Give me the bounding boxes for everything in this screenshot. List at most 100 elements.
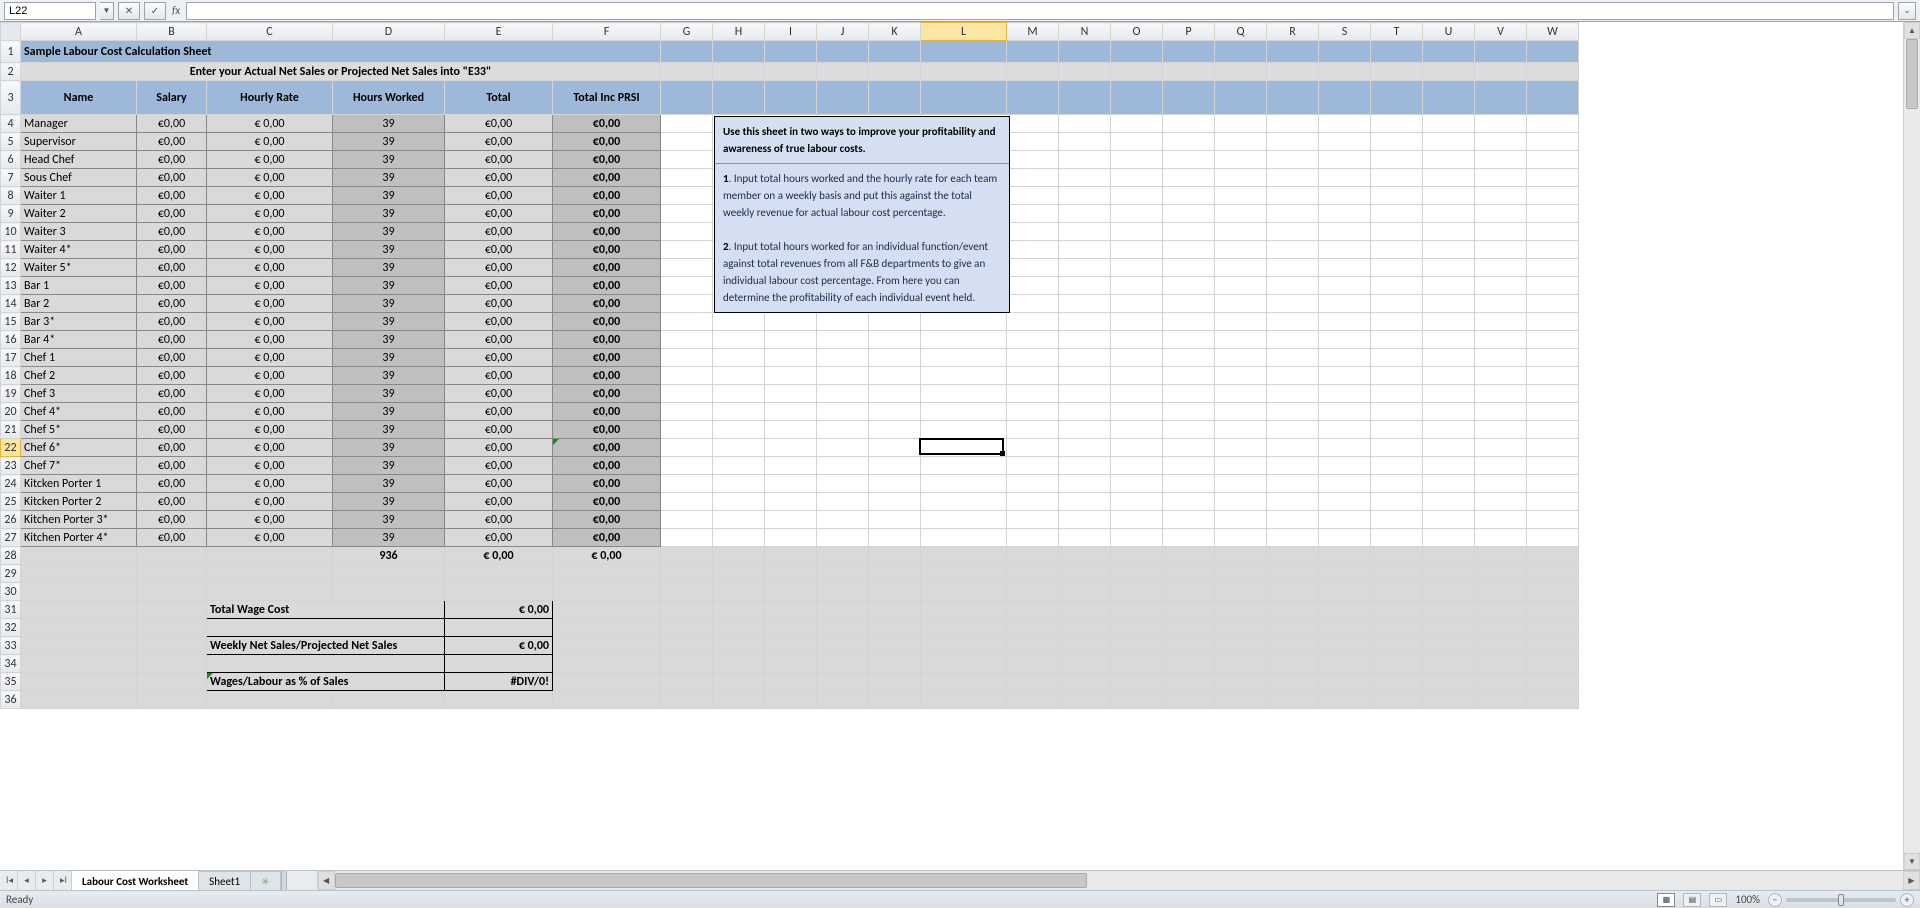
cell[interactable] xyxy=(661,81,713,115)
cell[interactable] xyxy=(1059,41,1111,63)
cell-name[interactable]: Supervisor xyxy=(21,133,137,151)
tab-nav-last-icon[interactable]: ▸I xyxy=(54,871,72,890)
row-header-30[interactable]: 30 xyxy=(1,583,21,601)
cell[interactable] xyxy=(1111,565,1163,583)
cell[interactable] xyxy=(1371,277,1423,295)
cell[interactable] xyxy=(713,367,765,385)
cell[interactable] xyxy=(1267,583,1319,601)
row-header-33[interactable]: 33 xyxy=(1,637,21,655)
cell[interactable] xyxy=(1423,421,1475,439)
cell[interactable] xyxy=(137,637,207,655)
cell[interactable] xyxy=(1371,439,1423,457)
cell[interactable] xyxy=(1475,673,1527,691)
cell-total-prsi[interactable]: €0,00 xyxy=(553,331,661,349)
cell[interactable] xyxy=(1215,63,1267,81)
cell[interactable] xyxy=(1007,205,1059,223)
cell[interactable] xyxy=(1163,81,1215,115)
cell[interactable] xyxy=(1163,277,1215,295)
cell[interactable] xyxy=(1475,511,1527,529)
cell[interactable] xyxy=(137,565,207,583)
cell[interactable] xyxy=(1007,403,1059,421)
cell-total[interactable]: €0,00 xyxy=(445,187,553,205)
cell[interactable] xyxy=(1215,619,1267,637)
cell[interactable] xyxy=(1319,691,1371,709)
cell[interactable] xyxy=(1215,457,1267,475)
cell[interactable] xyxy=(1267,187,1319,205)
cell[interactable] xyxy=(921,655,1007,673)
cell[interactable] xyxy=(921,385,1007,403)
cell[interactable] xyxy=(1059,439,1111,457)
cell[interactable] xyxy=(1527,277,1579,295)
cell[interactable] xyxy=(21,637,137,655)
cell[interactable] xyxy=(1215,529,1267,547)
cell[interactable] xyxy=(1423,583,1475,601)
cell[interactable] xyxy=(1423,169,1475,187)
cell[interactable] xyxy=(1319,475,1371,493)
cell[interactable] xyxy=(921,565,1007,583)
cell[interactable] xyxy=(1111,81,1163,115)
cell[interactable] xyxy=(817,601,869,619)
cell[interactable] xyxy=(921,637,1007,655)
cell[interactable] xyxy=(1111,493,1163,511)
col-total[interactable]: Total xyxy=(445,81,553,115)
view-page-layout-icon[interactable]: ▤ xyxy=(1683,893,1701,907)
cell[interactable] xyxy=(1267,547,1319,565)
cell[interactable] xyxy=(1007,529,1059,547)
cell[interactable] xyxy=(921,511,1007,529)
cell[interactable] xyxy=(1371,673,1423,691)
cell[interactable] xyxy=(661,691,713,709)
cell[interactable] xyxy=(137,673,207,691)
cell[interactable] xyxy=(1215,655,1267,673)
cell[interactable] xyxy=(1371,601,1423,619)
cell[interactable] xyxy=(1267,493,1319,511)
row-header-2[interactable]: 2 xyxy=(1,63,21,81)
instruction-text[interactable]: Enter your Actual Net Sales or Projected… xyxy=(21,63,661,81)
cell[interactable] xyxy=(1059,673,1111,691)
cell-hours[interactable]: 39 xyxy=(333,259,445,277)
cell[interactable] xyxy=(921,583,1007,601)
cell[interactable] xyxy=(1267,41,1319,63)
cell[interactable] xyxy=(1267,691,1319,709)
cell[interactable] xyxy=(1059,547,1111,565)
cell[interactable] xyxy=(817,421,869,439)
cell[interactable] xyxy=(1215,637,1267,655)
cell[interactable] xyxy=(869,565,921,583)
cell[interactable] xyxy=(1319,619,1371,637)
scroll-thumb-vertical[interactable] xyxy=(1906,39,1918,109)
cell[interactable] xyxy=(765,529,817,547)
cell[interactable] xyxy=(1267,115,1319,133)
column-header-R[interactable]: R xyxy=(1267,23,1319,41)
scroll-left-icon[interactable]: ◀ xyxy=(318,871,335,890)
cell[interactable] xyxy=(1007,655,1059,673)
column-header-V[interactable]: V xyxy=(1475,23,1527,41)
column-header-B[interactable]: B xyxy=(137,23,207,41)
cell-salary[interactable]: €0,00 xyxy=(137,205,207,223)
column-header-F[interactable]: F xyxy=(553,23,661,41)
row-header-4[interactable]: 4 xyxy=(1,115,21,133)
cell[interactable] xyxy=(1267,277,1319,295)
total-hours[interactable]: 936 xyxy=(333,547,445,565)
cell[interactable] xyxy=(1111,151,1163,169)
cell[interactable] xyxy=(661,151,713,169)
cell[interactable] xyxy=(1475,187,1527,205)
cell[interactable] xyxy=(765,421,817,439)
cell[interactable] xyxy=(661,637,713,655)
cell[interactable] xyxy=(661,511,713,529)
cell[interactable] xyxy=(1163,403,1215,421)
cell[interactable] xyxy=(553,601,661,619)
cell[interactable] xyxy=(333,583,445,601)
cell[interactable] xyxy=(1215,313,1267,331)
cell[interactable] xyxy=(1111,367,1163,385)
cell[interactable] xyxy=(1163,655,1215,673)
cell[interactable] xyxy=(661,223,713,241)
cell[interactable] xyxy=(1423,637,1475,655)
cell[interactable] xyxy=(817,349,869,367)
cell[interactable] xyxy=(1475,655,1527,673)
cell[interactable] xyxy=(1215,187,1267,205)
cell[interactable] xyxy=(1007,385,1059,403)
scroll-right-icon[interactable]: ▶ xyxy=(1903,871,1920,890)
cell[interactable] xyxy=(1163,259,1215,277)
cell-hours[interactable]: 39 xyxy=(333,187,445,205)
cell[interactable] xyxy=(1527,133,1579,151)
select-all-corner[interactable] xyxy=(1,23,21,41)
